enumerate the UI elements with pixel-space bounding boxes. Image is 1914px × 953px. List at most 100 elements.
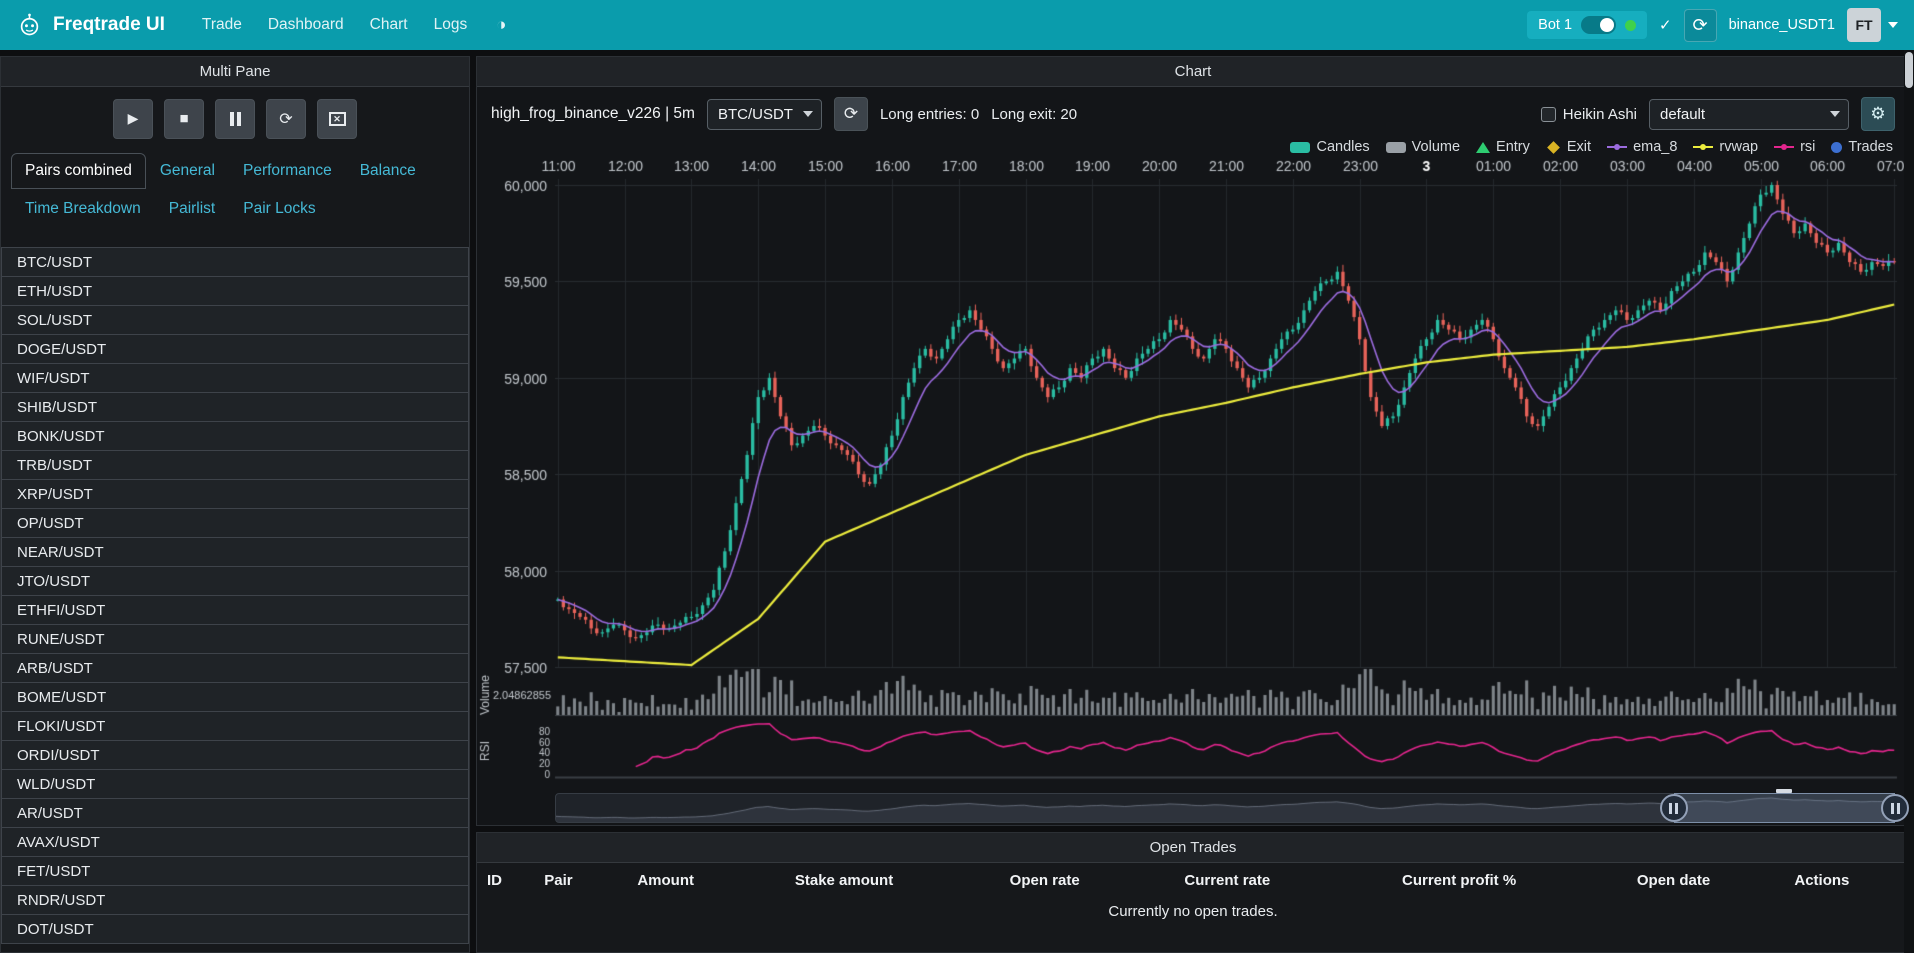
nav-item-logs[interactable]: Logs — [421, 10, 481, 40]
pair-list-item[interactable]: NEAR/USDT — [1, 537, 469, 567]
datazoom-left-handle[interactable] — [1660, 794, 1688, 822]
nav-item-trade[interactable]: Trade — [189, 10, 255, 40]
long-exit-label: Long exit: 20 — [991, 106, 1077, 123]
nav-item-chart[interactable]: Chart — [357, 10, 421, 40]
pair-list-item[interactable]: ETHFI/USDT — [1, 595, 469, 625]
legend-item-entry[interactable]: Entry — [1476, 139, 1530, 155]
tab-pairlist[interactable]: Pairlist — [155, 191, 230, 227]
ema-8-marker-icon — [1607, 142, 1627, 153]
bot-toggle[interactable] — [1581, 16, 1616, 34]
pair-list-item[interactable]: RUNE/USDT — [1, 624, 469, 654]
legend-label: Exit — [1567, 139, 1591, 155]
reload-config-button[interactable] — [266, 99, 306, 139]
legend-item-trades[interactable]: Trades — [1831, 139, 1893, 155]
freqtrade-logo-icon — [16, 12, 43, 39]
column-header-id: ID — [477, 863, 534, 896]
tab-balance[interactable]: Balance — [346, 153, 430, 189]
pair-list-item[interactable]: ARB/USDT — [1, 653, 469, 683]
no-open-trades-message: Currently no open trades. — [477, 896, 1909, 930]
pair-list-item[interactable]: ORDI/USDT — [1, 740, 469, 770]
pair-list-item[interactable]: TRB/USDT — [1, 450, 469, 480]
clear-chart-button[interactable] — [317, 99, 357, 139]
datazoom-window[interactable] — [1674, 793, 1895, 823]
legend-item-rsi[interactable]: rsi — [1774, 139, 1815, 155]
pause-bot-button[interactable] — [215, 99, 255, 139]
navbar: Freqtrade UI TradeDashboardChartLogs Bot… — [0, 0, 1914, 50]
rsi-marker-icon — [1774, 142, 1794, 153]
theme-toggle-icon[interactable] — [496, 15, 506, 35]
legend-label: ema_8 — [1633, 139, 1677, 155]
candles-marker-icon — [1290, 142, 1310, 153]
refresh-icon — [844, 104, 858, 124]
entry-marker-icon — [1476, 142, 1490, 153]
pair-list-item[interactable]: XRP/USDT — [1, 479, 469, 509]
reload-bot-button[interactable] — [1684, 9, 1717, 42]
candlestick-chart[interactable] — [477, 157, 1909, 785]
pair-list-item[interactable]: RNDR/USDT — [1, 885, 469, 915]
nav-item-dashboard[interactable]: Dashboard — [255, 10, 357, 40]
pair-list-item[interactable]: FLOKI/USDT — [1, 711, 469, 741]
pair-list-item[interactable]: SOL/USDT — [1, 305, 469, 335]
bot-selector[interactable]: Bot 1 — [1527, 11, 1647, 39]
legend-label: Entry — [1496, 139, 1530, 155]
tab-pair-locks[interactable]: Pair Locks — [229, 191, 329, 227]
legend-label: Volume — [1412, 139, 1460, 155]
legend-item-volume[interactable]: Volume — [1386, 139, 1460, 155]
multi-pane-header: Multi Pane — [1, 57, 469, 87]
open-trades-header: Open Trades — [477, 833, 1909, 863]
pair-list-item[interactable]: BTC/USDT — [1, 247, 469, 277]
page-scrollbar[interactable] — [1904, 50, 1914, 953]
avatar[interactable]: FT — [1847, 8, 1881, 42]
plot-config-select[interactable]: default — [1649, 99, 1849, 130]
pair-list-item[interactable]: SHIB/USDT — [1, 392, 469, 422]
pair-list-item[interactable]: ETH/USDT — [1, 276, 469, 306]
pair-list-item[interactable]: OP/USDT — [1, 508, 469, 538]
heikin-ashi-label[interactable]: Heikin Ashi — [1563, 106, 1637, 123]
column-header-actions: Actions — [1784, 863, 1909, 896]
column-header-open-date: Open date — [1627, 863, 1785, 896]
trades-marker-icon — [1831, 142, 1842, 153]
column-header-current-profit: Current profit % — [1392, 863, 1627, 896]
pair-list-item[interactable]: WLD/USDT — [1, 769, 469, 799]
reload-icon — [1693, 15, 1708, 36]
pair-select[interactable]: BTC/USDT — [707, 99, 822, 130]
user-menu[interactable]: FT — [1847, 8, 1898, 42]
long-entries-label: Long entries: 0 — [880, 106, 979, 123]
pair-select-wrapper: BTC/USDT — [707, 99, 822, 130]
legend-label: rsi — [1800, 139, 1815, 155]
legend-item-exit[interactable]: Exit — [1546, 139, 1591, 155]
datazoom-slider[interactable] — [555, 793, 1895, 823]
legend-label: Candles — [1316, 139, 1369, 155]
plot-settings-button[interactable] — [1861, 97, 1895, 131]
pair-list-item[interactable]: AVAX/USDT — [1, 827, 469, 857]
pair-list-item[interactable]: DOT/USDT — [1, 914, 469, 944]
legend-item-ema-8[interactable]: ema_8 — [1607, 139, 1677, 155]
multi-pane-tabs: Pairs combinedGeneralPerformanceBalance T… — [1, 153, 469, 227]
tab-performance[interactable]: Performance — [229, 153, 346, 189]
start-bot-button[interactable] — [113, 99, 153, 139]
tab-time-breakdown[interactable]: Time Breakdown — [11, 191, 155, 227]
pair-list-item[interactable]: WIF/USDT — [1, 363, 469, 393]
refresh-chart-button[interactable] — [834, 97, 868, 131]
stop-bot-button[interactable] — [164, 99, 204, 139]
pair-list-item[interactable]: DOGE/USDT — [1, 334, 469, 364]
pair-list-item[interactable]: JTO/USDT — [1, 566, 469, 596]
legend-item-rvwap[interactable]: rvwap — [1693, 139, 1758, 155]
plot-config-select-wrapper: default — [1649, 99, 1849, 130]
open-trades-table: IDPairAmountStake amountOpen rateCurrent… — [477, 863, 1909, 930]
heikin-ashi-checkbox[interactable] — [1541, 107, 1556, 122]
chart-panel-header: Chart — [477, 57, 1909, 87]
page-scrollbar-thumb[interactable] — [1905, 52, 1913, 88]
tab-pairs-combined[interactable]: Pairs combined — [11, 153, 146, 189]
datazoom-tick — [1776, 789, 1792, 793]
pair-list-item[interactable]: BONK/USDT — [1, 421, 469, 451]
chart-canvas[interactable] — [477, 157, 1909, 785]
datazoom-right-handle[interactable] — [1881, 794, 1909, 822]
tab-general[interactable]: General — [146, 153, 229, 189]
pair-list-item[interactable]: AR/USDT — [1, 798, 469, 828]
pair-list-item[interactable]: FET/USDT — [1, 856, 469, 886]
pair-list-item[interactable]: BOME/USDT — [1, 682, 469, 712]
legend-item-candles[interactable]: Candles — [1290, 139, 1369, 155]
exit-marker-icon — [1547, 141, 1560, 154]
nav-links: TradeDashboardChartLogs — [189, 10, 480, 40]
